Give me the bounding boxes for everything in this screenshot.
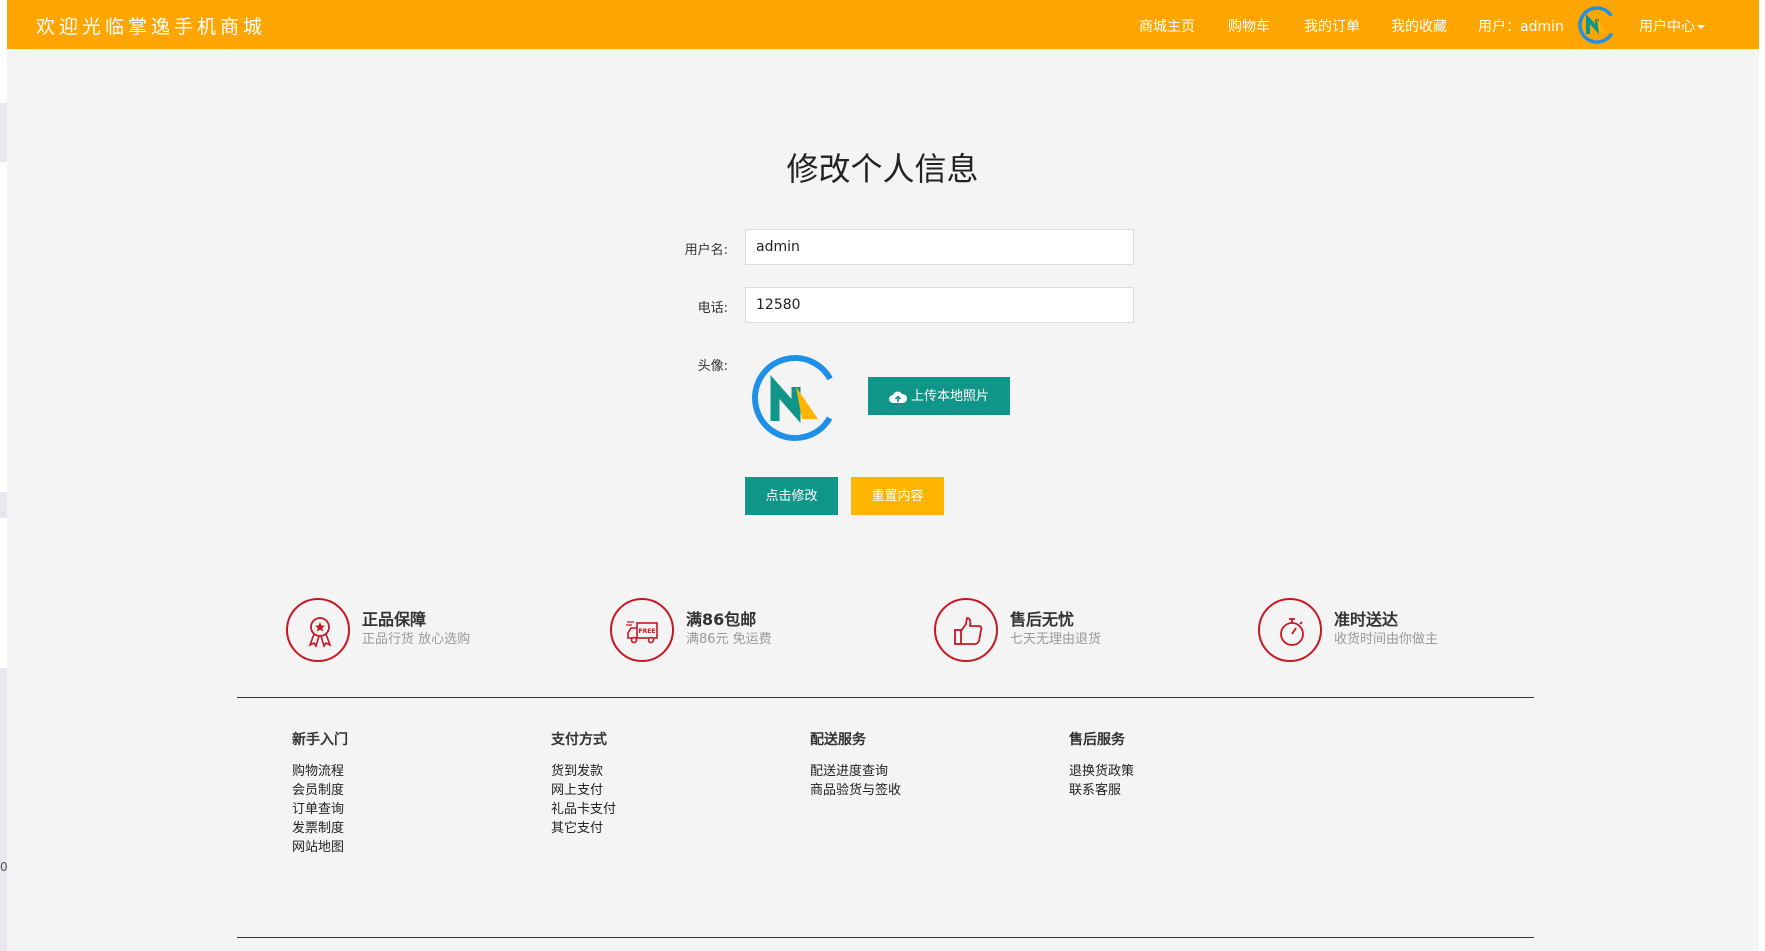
footer-column-title: 支付方式 [551,732,607,748]
feature-title: 正品保障 [362,610,427,629]
footer-link[interactable]: 退换货政策 [1069,762,1269,781]
feature-title: 售后无忧 [1010,610,1075,629]
footer-divider-bottom [237,937,1534,938]
footer-link[interactable]: 商品验货与签收 [810,781,1010,800]
footer-link[interactable]: 会员制度 [292,781,492,800]
footer-link[interactable]: 网站地图 [292,838,492,857]
top-navbar: 欢迎光临掌逸手机商城 商城主页 购物车 我的订单 我的收藏 用户：admin 用… [7,0,1759,49]
stopwatch-icon [1280,618,1304,646]
footer-link[interactable]: 发票制度 [292,819,492,838]
user-center-label: 用户中心 [1639,19,1695,35]
feature-subtitle: 正品行货 放心选购 [362,632,471,647]
footer-column-payment: 支付方式 货到发款 网上支付 礼品卡支付 其它支付 [551,729,751,838]
footer-column-after-sales: 售后服务 退换货政策 联系客服 [1069,729,1269,800]
footer-column-beginner: 新手入门 购物流程 会员制度 订单查询 发票制度 网站地图 [292,729,492,857]
nav-link-user[interactable]: 用户：admin [1478,16,1564,36]
nav-link-favorites[interactable]: 我的收藏 [1391,16,1447,36]
username-label: 用户名: [684,243,728,258]
feature-subtitle: 七天无理由退货 [1010,632,1102,647]
avatar-label: 头像: [697,359,728,374]
page-title: 修改个人信息 [786,150,979,188]
footer-divider-top [237,697,1534,698]
feature-icon-circle: FREE [610,598,674,662]
phone-input[interactable] [745,287,1134,323]
footer-link[interactable]: 购物流程 [292,762,492,781]
edge-segment [0,162,7,492]
footer-column-delivery: 配送服务 配送进度查询 商品验货与签收 [810,729,1010,800]
free-shipping-truck-icon: FREE [626,621,658,644]
submit-button[interactable]: 点击修改 [745,477,838,515]
feature-after-sales: 售后无忧 七天无理由退货 [934,598,1194,668]
nav-link-orders[interactable]: 我的订单 [1304,16,1360,36]
nav-link-cart[interactable]: 购物车 [1228,16,1270,36]
upload-photo-button[interactable]: 上传本地照片 [868,377,1010,415]
footer-link[interactable]: 网上支付 [551,781,751,800]
upload-photo-label: 上传本地照片 [910,389,989,404]
edge-segment [0,0,7,103]
feature-subtitle: 收货时间由你做主 [1334,632,1439,647]
thumbs-up-icon [954,617,983,645]
feature-icon-circle [934,598,998,662]
footer-column-title: 售后服务 [1069,732,1125,748]
medal-icon [308,617,332,648]
nav-link-home[interactable]: 商城主页 [1139,16,1195,36]
phone-label: 电话: [697,301,728,316]
footer-column-title: 新手入门 [292,732,348,748]
cloud-upload-icon [888,391,907,403]
window-left-edge: 0 [0,0,8,951]
username-input[interactable] [745,229,1134,265]
footer-link[interactable]: 配送进度查询 [810,762,1010,781]
footer-link[interactable]: 礼品卡支付 [551,800,751,819]
feature-free-shipping: FREE 满86包邮 满86元 免运费 [610,598,870,668]
feature-genuine: 正品保障 正品行货 放心选购 [286,598,546,668]
footer-column-title: 配送服务 [810,732,866,748]
footer-link[interactable]: 订单查询 [292,800,492,819]
feature-subtitle: 满86元 免运费 [686,632,772,647]
feature-title: 满86包邮 [686,610,757,629]
edge-glyph: 0 [0,860,8,874]
feature-on-time: 准时送达 收货时间由你做主 [1258,598,1518,668]
footer-link[interactable]: 货到发款 [551,762,751,781]
brand-logo-icon[interactable] [1577,5,1617,45]
footer-link[interactable]: 其它支付 [551,819,751,838]
svg-text:FREE: FREE [639,628,656,635]
site-brand[interactable]: 欢迎光临掌逸手机商城 [36,12,266,39]
feature-icon-circle [286,598,350,662]
user-center-dropdown[interactable]: 用户中心 [1639,16,1705,36]
reset-button[interactable]: 重置内容 [851,477,944,515]
feature-icon-circle [1258,598,1322,662]
avatar-image [752,355,838,441]
feature-title: 准时送达 [1334,610,1399,629]
caret-down-icon [1697,25,1705,29]
window-right-edge [1759,0,1765,951]
footer-link[interactable]: 联系客服 [1069,781,1269,800]
edge-segment [0,518,7,668]
